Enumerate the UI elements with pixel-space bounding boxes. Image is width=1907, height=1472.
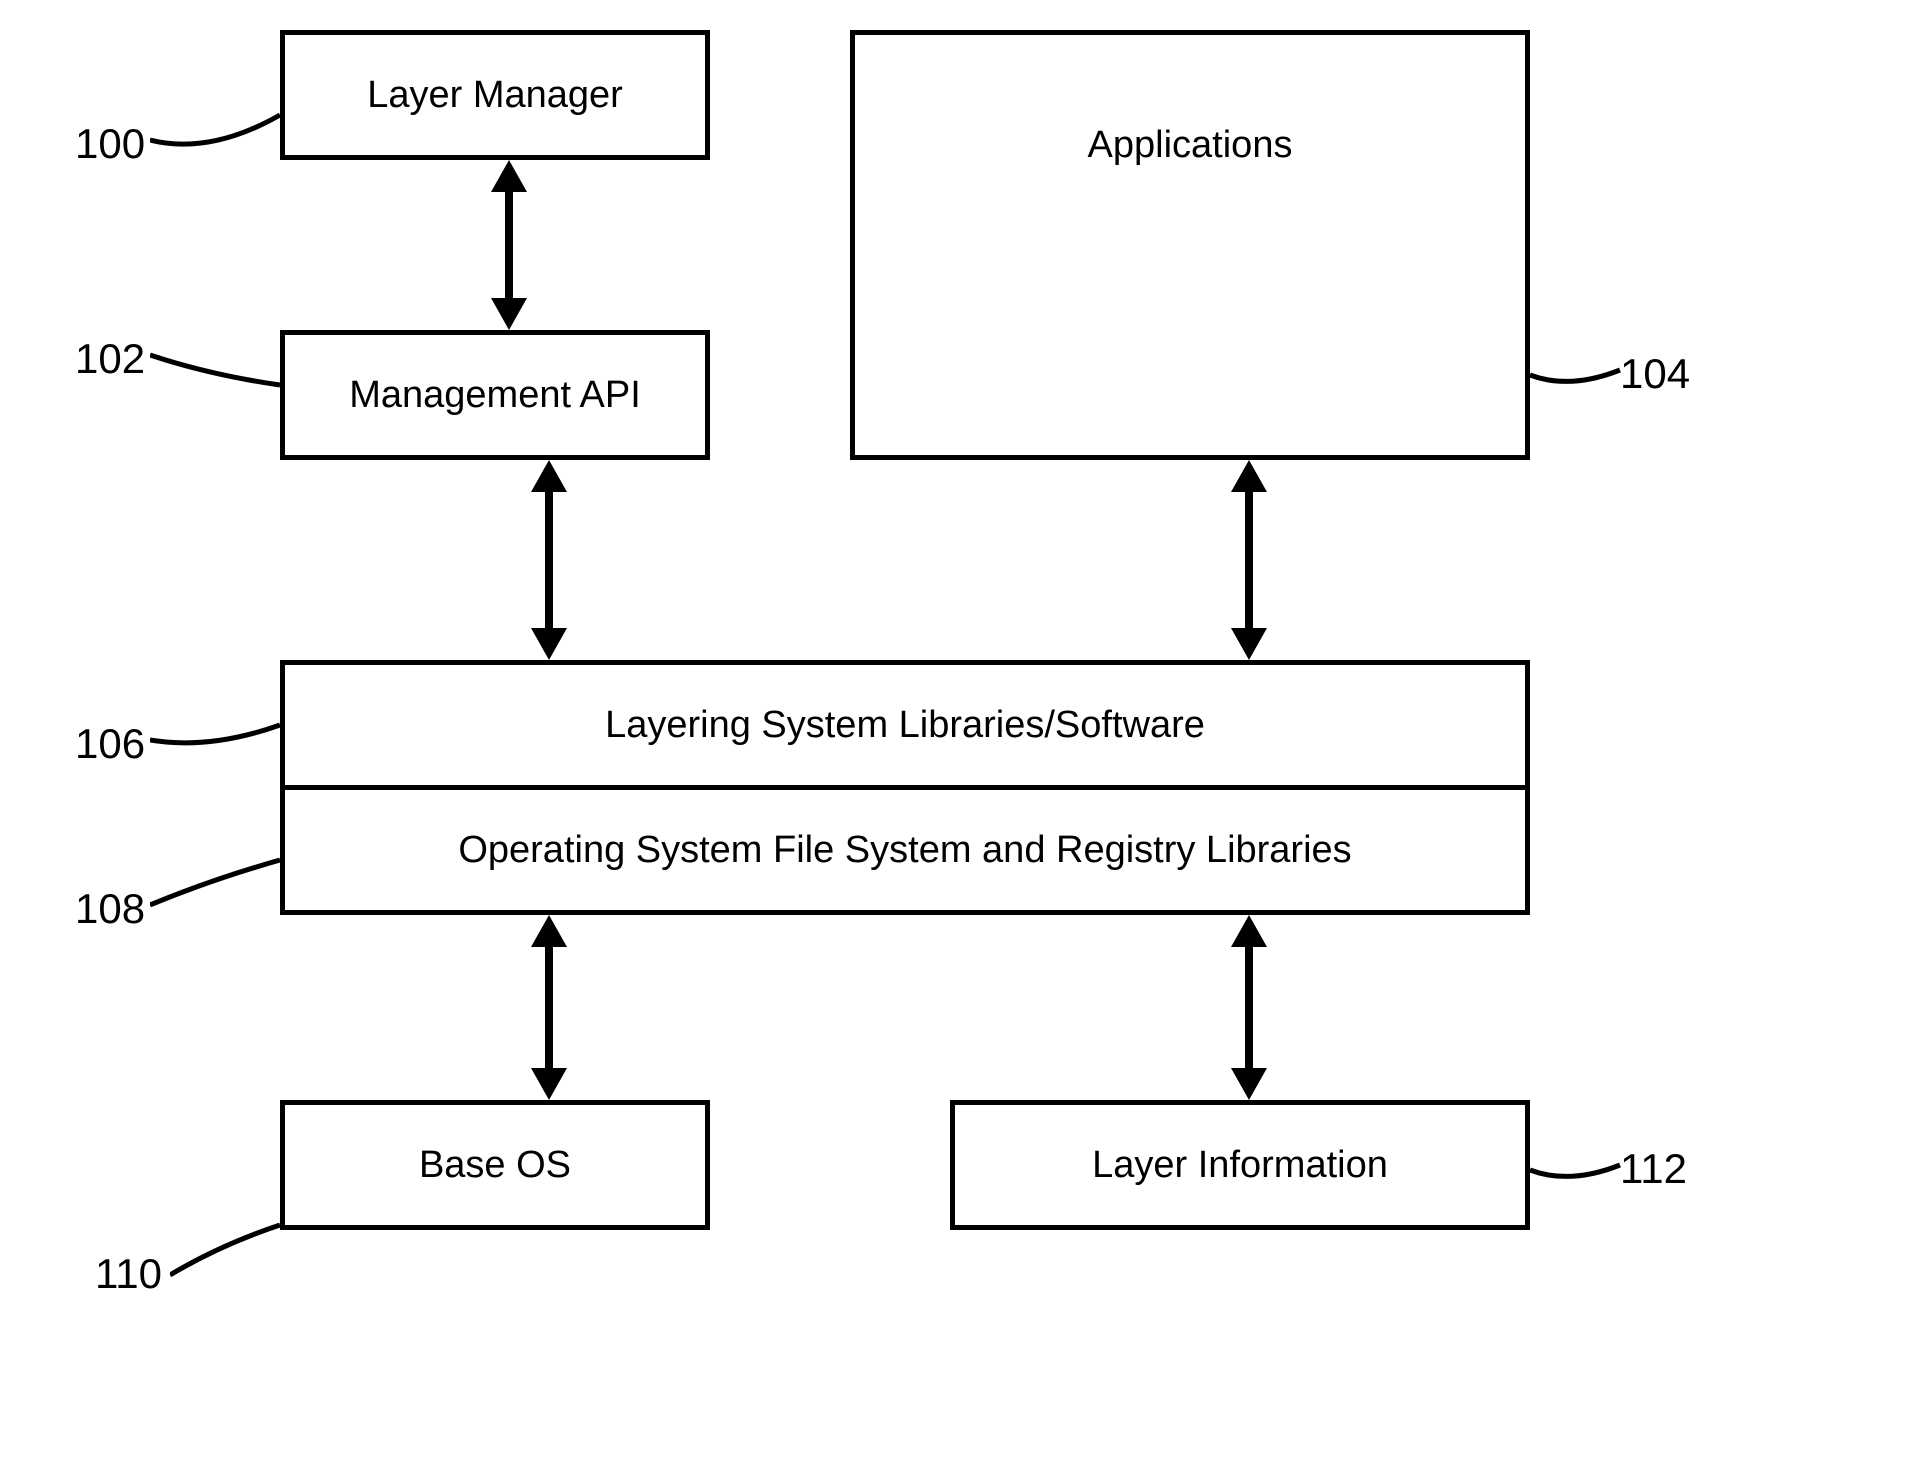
connector-110: [170, 1215, 290, 1295]
ref-102: 102: [75, 335, 145, 383]
management-api-box: Management API: [280, 330, 710, 460]
base-os-box: Base OS: [280, 1100, 710, 1230]
os-libraries-box: Operating System File System and Registr…: [280, 785, 1530, 915]
applications-label: Applications: [1088, 124, 1293, 167]
management-api-label: Management API: [349, 374, 641, 417]
connector-100: [150, 100, 290, 160]
layer-manager-label: Layer Manager: [367, 74, 623, 117]
layering-libraries-box: Layering System Libraries/Software: [280, 660, 1530, 790]
connector-104: [1520, 360, 1630, 400]
connector-106: [150, 710, 290, 770]
layer-information-box: Layer Information: [950, 1100, 1530, 1230]
connector-108: [150, 850, 290, 930]
ref-106: 106: [75, 720, 145, 768]
ref-112: 112: [1620, 1145, 1687, 1193]
applications-box: Applications: [850, 30, 1530, 460]
os-libraries-label: Operating System File System and Registr…: [458, 829, 1351, 872]
connector-102: [150, 345, 290, 405]
layering-libraries-label: Layering System Libraries/Software: [605, 704, 1205, 747]
ref-108: 108: [75, 885, 145, 933]
ref-110: 110: [95, 1250, 162, 1298]
layer-manager-box: Layer Manager: [280, 30, 710, 160]
ref-104: 104: [1620, 350, 1690, 398]
ref-100: 100: [75, 120, 145, 168]
layer-information-label: Layer Information: [1092, 1144, 1388, 1187]
base-os-label: Base OS: [419, 1144, 571, 1187]
connector-112: [1520, 1155, 1630, 1195]
